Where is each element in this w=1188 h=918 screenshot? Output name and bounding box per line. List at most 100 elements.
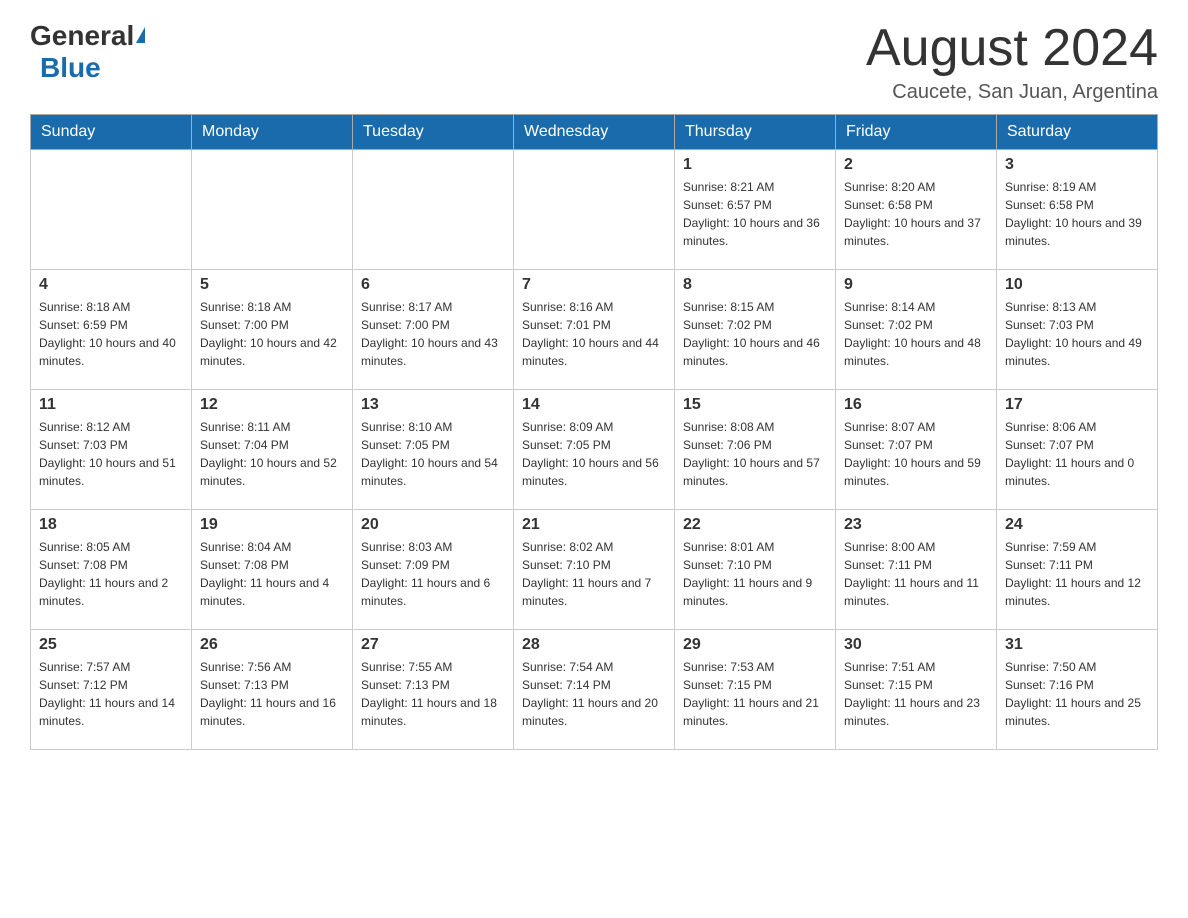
day-number: 3	[1005, 156, 1149, 174]
day-info: Sunrise: 8:02 AMSunset: 7:10 PMDaylight:…	[522, 538, 666, 610]
calendar-cell: 17Sunrise: 8:06 AMSunset: 7:07 PMDayligh…	[997, 390, 1158, 510]
day-info: Sunrise: 8:03 AMSunset: 7:09 PMDaylight:…	[361, 538, 505, 610]
calendar-week-row: 18 Sunrise: 8:05 AMSunset: 7:08 PMDayligh…	[31, 510, 1158, 630]
calendar-cell: 7 Sunrise: 8:16 AMSunset: 7:01 PMDaylight…	[514, 270, 675, 390]
calendar-cell	[192, 150, 353, 270]
calendar-cell: 16 Sunrise: 8:07 AMSunset: 7:07 PMDayligh…	[836, 390, 997, 510]
day-number: 7	[522, 276, 666, 294]
day-info: Sunrise: 8:14 AMSunset: 7:02 PMDaylight:…	[844, 298, 988, 370]
day-info: Sunrise: 8:19 AMSunset: 6:58 PMDaylight:…	[1005, 178, 1149, 250]
calendar-cell: 31 Sunrise: 7:50 AMSunset: 7:16 PMDayligh…	[997, 630, 1158, 750]
day-info: Sunrise: 8:11 AMSunset: 7:04 PMDaylight:…	[200, 418, 344, 490]
calendar-cell: 25Sunrise: 7:57 AMSunset: 7:12 PMDayligh…	[31, 630, 192, 750]
day-number: 30	[844, 636, 988, 654]
day-number: 15	[683, 396, 827, 414]
calendar-cell: 3 Sunrise: 8:19 AMSunset: 6:58 PMDaylight…	[997, 150, 1158, 270]
day-info: Sunrise: 7:55 AMSunset: 7:13 PMDaylight:…	[361, 658, 505, 730]
day-number: 21	[522, 516, 666, 534]
calendar-header-saturday: Saturday	[997, 115, 1158, 150]
day-number: 14	[522, 396, 666, 414]
calendar-cell: 12 Sunrise: 8:11 AMSunset: 7:04 PMDayligh…	[192, 390, 353, 510]
calendar-cell: 10 Sunrise: 8:13 AMSunset: 7:03 PMDayligh…	[997, 270, 1158, 390]
day-number: 31	[1005, 636, 1149, 654]
day-info: Sunrise: 8:20 AMSunset: 6:58 PMDaylight:…	[844, 178, 988, 250]
logo-triangle-icon	[136, 27, 145, 43]
day-info: Sunrise: 8:16 AMSunset: 7:01 PMDaylight:…	[522, 298, 666, 370]
calendar-cell: 26 Sunrise: 7:56 AMSunset: 7:13 PMDayligh…	[192, 630, 353, 750]
calendar-week-row: 4Sunrise: 8:18 AMSunset: 6:59 PMDaylight…	[31, 270, 1158, 390]
day-number: 26	[200, 636, 344, 654]
day-number: 16	[844, 396, 988, 414]
location-text: Caucete, San Juan, Argentina	[866, 81, 1158, 104]
day-number: 28	[522, 636, 666, 654]
calendar-week-row: 1 Sunrise: 8:21 AMSunset: 6:57 PMDaylight…	[31, 150, 1158, 270]
calendar-cell: 11 Sunrise: 8:12 AMSunset: 7:03 PMDayligh…	[31, 390, 192, 510]
day-number: 29	[683, 636, 827, 654]
calendar-header-tuesday: Tuesday	[353, 115, 514, 150]
day-info: Sunrise: 7:59 AMSunset: 7:11 PMDaylight:…	[1005, 538, 1149, 610]
day-info: Sunrise: 7:50 AMSunset: 7:16 PMDaylight:…	[1005, 658, 1149, 730]
day-number: 23	[844, 516, 988, 534]
logo: General Blue	[30, 20, 145, 84]
day-info: Sunrise: 7:53 AMSunset: 7:15 PMDaylight:…	[683, 658, 827, 730]
day-number: 12	[200, 396, 344, 414]
day-number: 6	[361, 276, 505, 294]
day-info: Sunrise: 8:18 AMSunset: 7:00 PMDaylight:…	[200, 298, 344, 370]
day-info: Sunrise: 7:51 AMSunset: 7:15 PMDaylight:…	[844, 658, 988, 730]
day-number: 9	[844, 276, 988, 294]
day-info: Sunrise: 7:54 AMSunset: 7:14 PMDaylight:…	[522, 658, 666, 730]
calendar-cell: 21 Sunrise: 8:02 AMSunset: 7:10 PMDayligh…	[514, 510, 675, 630]
calendar-cell: 29 Sunrise: 7:53 AMSunset: 7:15 PMDayligh…	[675, 630, 836, 750]
calendar-week-row: 11 Sunrise: 8:12 AMSunset: 7:03 PMDayligh…	[31, 390, 1158, 510]
day-number: 13	[361, 396, 505, 414]
calendar-cell: 20 Sunrise: 8:03 AMSunset: 7:09 PMDayligh…	[353, 510, 514, 630]
day-info: Sunrise: 7:56 AMSunset: 7:13 PMDaylight:…	[200, 658, 344, 730]
day-info: Sunrise: 8:12 AMSunset: 7:03 PMDaylight:…	[39, 418, 183, 490]
page-header: General Blue August 2024 Caucete, San Ju…	[30, 20, 1158, 104]
day-number: 22	[683, 516, 827, 534]
day-info: Sunrise: 8:04 AMSunset: 7:08 PMDaylight:…	[200, 538, 344, 610]
calendar-table: SundayMondayTuesdayWednesdayThursdayFrid…	[30, 114, 1158, 750]
day-info: Sunrise: 8:00 AMSunset: 7:11 PMDaylight:…	[844, 538, 988, 610]
logo-general-text: General	[30, 20, 134, 52]
day-info: Sunrise: 8:01 AMSunset: 7:10 PMDaylight:…	[683, 538, 827, 610]
day-number: 20	[361, 516, 505, 534]
calendar-cell: 13 Sunrise: 8:10 AMSunset: 7:05 PMDayligh…	[353, 390, 514, 510]
calendar-cell: 22 Sunrise: 8:01 AMSunset: 7:10 PMDayligh…	[675, 510, 836, 630]
day-number: 24	[1005, 516, 1149, 534]
day-number: 1	[683, 156, 827, 174]
day-number: 10	[1005, 276, 1149, 294]
calendar-cell: 6Sunrise: 8:17 AMSunset: 7:00 PMDaylight…	[353, 270, 514, 390]
day-number: 2	[844, 156, 988, 174]
calendar-cell: 30 Sunrise: 7:51 AMSunset: 7:15 PMDayligh…	[836, 630, 997, 750]
day-info: Sunrise: 8:13 AMSunset: 7:03 PMDaylight:…	[1005, 298, 1149, 370]
calendar-cell: 23 Sunrise: 8:00 AMSunset: 7:11 PMDayligh…	[836, 510, 997, 630]
calendar-cell: 18 Sunrise: 8:05 AMSunset: 7:08 PMDayligh…	[31, 510, 192, 630]
day-number: 25	[39, 636, 183, 654]
calendar-cell: 1 Sunrise: 8:21 AMSunset: 6:57 PMDaylight…	[675, 150, 836, 270]
day-number: 19	[200, 516, 344, 534]
day-number: 17	[1005, 396, 1149, 414]
calendar-cell: 9 Sunrise: 8:14 AMSunset: 7:02 PMDaylight…	[836, 270, 997, 390]
calendar-cell	[31, 150, 192, 270]
month-title: August 2024	[866, 20, 1158, 77]
calendar-cell: 28 Sunrise: 7:54 AMSunset: 7:14 PMDayligh…	[514, 630, 675, 750]
day-info: Sunrise: 8:15 AMSunset: 7:02 PMDaylight:…	[683, 298, 827, 370]
calendar-header-friday: Friday	[836, 115, 997, 150]
calendar-header-wednesday: Wednesday	[514, 115, 675, 150]
day-info: Sunrise: 8:09 AMSunset: 7:05 PMDaylight:…	[522, 418, 666, 490]
day-info: Sunrise: 8:10 AMSunset: 7:05 PMDaylight:…	[361, 418, 505, 490]
day-info: Sunrise: 8:21 AMSunset: 6:57 PMDaylight:…	[683, 178, 827, 250]
day-number: 8	[683, 276, 827, 294]
calendar-cell: 27Sunrise: 7:55 AMSunset: 7:13 PMDayligh…	[353, 630, 514, 750]
calendar-header-thursday: Thursday	[675, 115, 836, 150]
day-number: 11	[39, 396, 183, 414]
calendar-cell: 4Sunrise: 8:18 AMSunset: 6:59 PMDaylight…	[31, 270, 192, 390]
day-info: Sunrise: 8:18 AMSunset: 6:59 PMDaylight:…	[39, 298, 183, 370]
day-number: 18	[39, 516, 183, 534]
logo-blue-text: Blue	[40, 52, 101, 84]
calendar-week-row: 25Sunrise: 7:57 AMSunset: 7:12 PMDayligh…	[31, 630, 1158, 750]
day-info: Sunrise: 8:05 AMSunset: 7:08 PMDaylight:…	[39, 538, 183, 610]
calendar-cell: 15Sunrise: 8:08 AMSunset: 7:06 PMDayligh…	[675, 390, 836, 510]
day-info: Sunrise: 8:07 AMSunset: 7:07 PMDaylight:…	[844, 418, 988, 490]
